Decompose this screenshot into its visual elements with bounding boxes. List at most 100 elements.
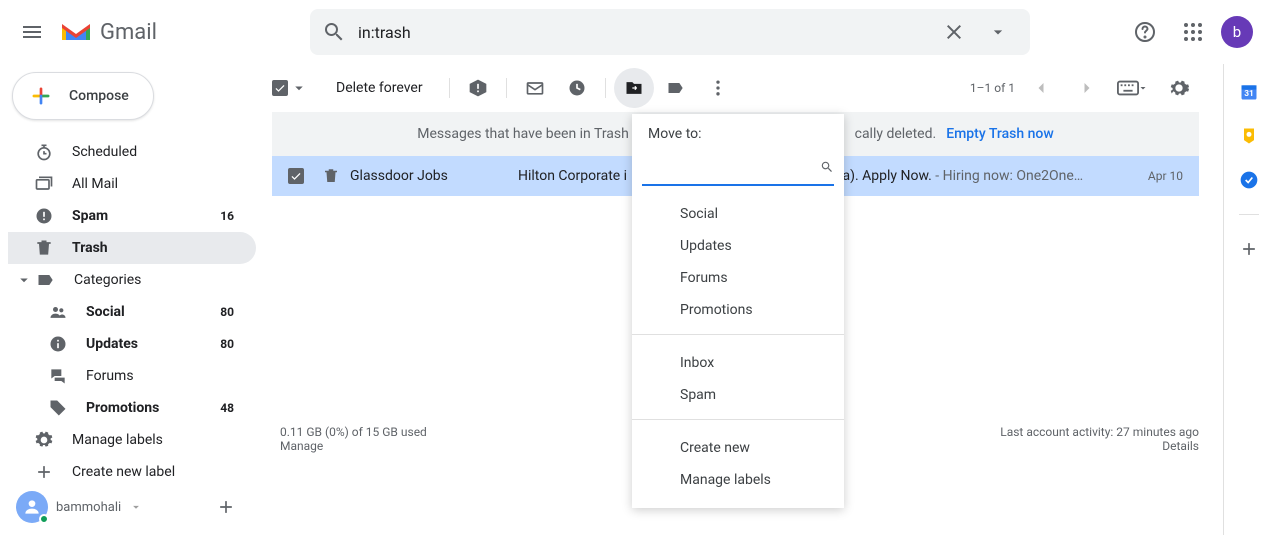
apps-icon bbox=[1181, 20, 1205, 44]
hangouts-bar: bammohali bbox=[16, 491, 236, 523]
gear-icon bbox=[1168, 77, 1190, 99]
sidebar-category-social[interactable]: Social 80 bbox=[8, 296, 256, 328]
apps-button[interactable] bbox=[1173, 12, 1213, 52]
divider bbox=[605, 78, 606, 98]
logo[interactable]: Gmail bbox=[60, 20, 250, 45]
popup-item-updates[interactable]: Updates bbox=[632, 230, 844, 262]
chevron-down-icon bbox=[15, 271, 33, 289]
sidebar-category-forums[interactable]: Forums bbox=[8, 360, 256, 392]
popup-item-social[interactable]: Social bbox=[632, 198, 844, 230]
activity-text: Last account activity: 27 minutes ago bbox=[1000, 425, 1199, 439]
snippet-sep: - bbox=[935, 168, 942, 184]
dropdown-icon bbox=[1137, 82, 1149, 94]
gear-icon bbox=[34, 430, 54, 450]
tasks-icon[interactable] bbox=[1239, 170, 1259, 190]
checkmark-icon bbox=[290, 169, 302, 183]
snooze-button[interactable] bbox=[557, 68, 597, 108]
keyboard-icon bbox=[1117, 80, 1139, 96]
sidebar-item-trash[interactable]: Trash bbox=[8, 232, 256, 264]
input-tools-button[interactable] bbox=[1113, 68, 1153, 108]
search-options-button[interactable] bbox=[978, 12, 1018, 52]
sidebar-count: 16 bbox=[220, 209, 244, 223]
mark-unread-button[interactable] bbox=[515, 68, 555, 108]
popup-item-promotions[interactable]: Promotions bbox=[632, 294, 844, 326]
hangouts-avatar[interactable] bbox=[16, 491, 48, 523]
newer-button[interactable] bbox=[1021, 68, 1061, 108]
select-dropdown[interactable] bbox=[290, 79, 308, 97]
hamburger-icon bbox=[20, 20, 44, 44]
popup-item-forums[interactable]: Forums bbox=[632, 262, 844, 294]
dropdown-icon[interactable] bbox=[129, 500, 143, 514]
account-avatar[interactable]: b bbox=[1221, 16, 1253, 48]
compose-label: Compose bbox=[69, 88, 129, 104]
popup-create-new[interactable]: Create new bbox=[632, 432, 844, 464]
move-to-button[interactable] bbox=[614, 68, 654, 108]
email-date: Apr 10 bbox=[1148, 169, 1183, 183]
new-conversation-button[interactable] bbox=[216, 497, 236, 517]
more-icon bbox=[708, 78, 728, 98]
sidebar-label: Categories bbox=[74, 272, 141, 288]
side-panel: 31 bbox=[1223, 64, 1273, 535]
more-button[interactable] bbox=[698, 68, 738, 108]
empty-trash-link[interactable]: Empty Trash now bbox=[946, 126, 1054, 142]
plus-icon bbox=[216, 497, 236, 517]
sidebar-item-categories[interactable]: Categories bbox=[8, 264, 256, 296]
sidebar-item-scheduled[interactable]: Scheduled bbox=[8, 136, 256, 168]
older-button[interactable] bbox=[1067, 68, 1107, 108]
report-spam-button[interactable] bbox=[458, 68, 498, 108]
clear-search-button[interactable] bbox=[934, 12, 974, 52]
row-checkbox[interactable] bbox=[288, 168, 304, 184]
info-icon bbox=[48, 334, 68, 354]
people-icon bbox=[48, 302, 68, 322]
email-snippet: - Hiring now: One2One… bbox=[935, 168, 1083, 184]
keep-icon[interactable] bbox=[1239, 126, 1259, 146]
select-all-checkbox[interactable] bbox=[272, 80, 288, 96]
svg-text:31: 31 bbox=[1244, 89, 1254, 99]
settings-button[interactable] bbox=[1159, 68, 1199, 108]
support-button[interactable] bbox=[1125, 12, 1165, 52]
search-input[interactable] bbox=[358, 23, 934, 42]
popup-manage-labels[interactable]: Manage labels bbox=[632, 464, 844, 496]
popup-item-spam[interactable]: Spam bbox=[632, 379, 844, 411]
hangouts-username[interactable]: bammohali bbox=[56, 500, 121, 515]
popup-title: Move to: bbox=[632, 126, 844, 150]
search-bar[interactable] bbox=[310, 9, 1030, 55]
sidebar: Compose Scheduled All Mail Spam 16 Trash bbox=[0, 64, 256, 535]
calendar-icon[interactable]: 31 bbox=[1239, 82, 1259, 102]
trash-indicator bbox=[322, 167, 340, 185]
sidebar-manage-labels[interactable]: Manage labels bbox=[8, 424, 256, 456]
sidebar-label: Social bbox=[86, 304, 125, 320]
compose-button[interactable]: Compose bbox=[12, 72, 154, 120]
delete-forever-button[interactable]: Delete forever bbox=[336, 80, 423, 96]
sidebar-count: 48 bbox=[220, 401, 244, 415]
labels-button[interactable] bbox=[656, 68, 696, 108]
subject-part-left: Hilton Corporate i bbox=[518, 168, 627, 184]
storage-text: 0.11 GB (0%) of 15 GB used bbox=[280, 425, 427, 439]
spam-icon bbox=[468, 78, 488, 98]
mail-icon bbox=[525, 78, 545, 98]
get-addons-button[interactable] bbox=[1239, 239, 1259, 259]
sidebar-category-promotions[interactable]: Promotions 48 bbox=[8, 392, 256, 424]
sidebar-create-label[interactable]: Create new label bbox=[8, 456, 256, 488]
popup-search-input[interactable] bbox=[642, 159, 820, 175]
sidebar-label: Scheduled bbox=[72, 144, 137, 160]
main-menu-button[interactable] bbox=[8, 8, 56, 56]
pagination-text: 1–1 of 1 bbox=[970, 81, 1015, 95]
gmail-icon bbox=[60, 20, 92, 44]
label-icon bbox=[666, 78, 686, 98]
header: Gmail b bbox=[0, 0, 1273, 64]
sidebar-item-spam[interactable]: Spam 16 bbox=[8, 200, 256, 232]
manage-storage-link[interactable]: Manage bbox=[280, 439, 323, 453]
person-icon bbox=[22, 497, 42, 517]
sidebar-count: 80 bbox=[220, 305, 244, 319]
popup-search[interactable] bbox=[642, 150, 834, 186]
sidebar-item-allmail[interactable]: All Mail bbox=[8, 168, 256, 200]
sidebar-category-updates[interactable]: Updates 80 bbox=[8, 328, 256, 360]
logo-text: Gmail bbox=[100, 20, 157, 45]
divider bbox=[449, 78, 450, 98]
banner-text-left: Messages that have been in Trash m bbox=[417, 126, 644, 142]
search-icon bbox=[322, 20, 346, 44]
details-link[interactable]: Details bbox=[1162, 439, 1199, 453]
popup-item-inbox[interactable]: Inbox bbox=[632, 347, 844, 379]
plus-icon bbox=[25, 80, 57, 112]
